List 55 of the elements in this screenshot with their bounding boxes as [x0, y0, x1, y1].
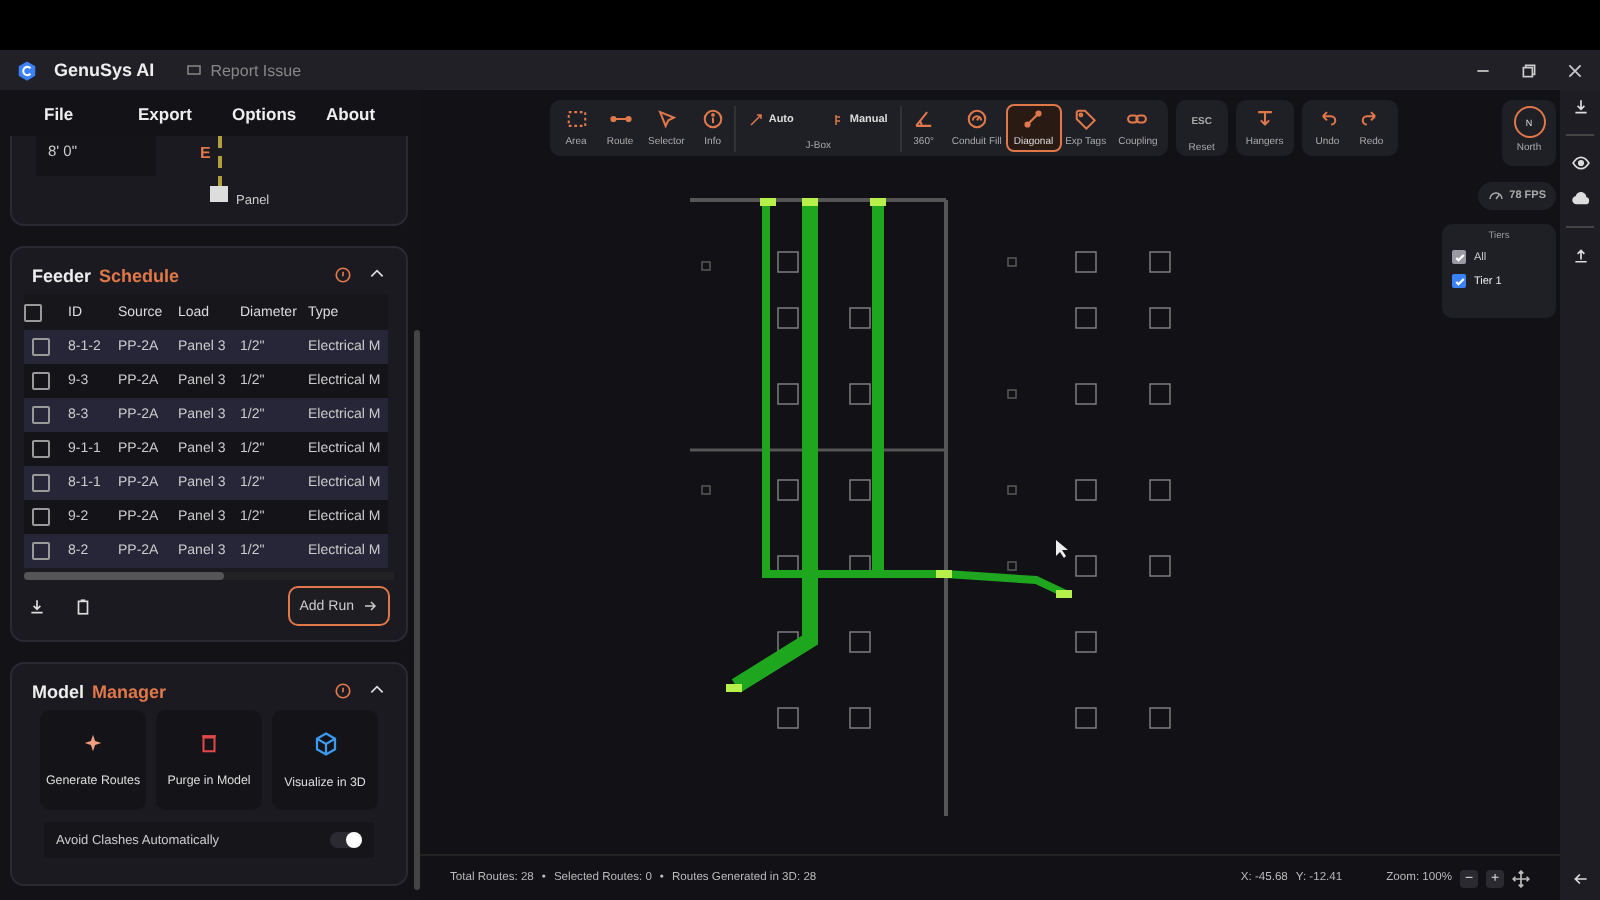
section-title-accent: Manager	[92, 681, 167, 701]
cloud-icon	[1571, 190, 1589, 208]
arrow-right-icon	[362, 598, 378, 614]
app-name: GenuSys AI	[54, 60, 155, 80]
row-checkbox[interactable]	[32, 507, 50, 526]
row-checkbox[interactable]	[32, 405, 50, 424]
tier-checkbox[interactable]	[1452, 274, 1466, 288]
cube-icon	[313, 731, 337, 755]
elevation-marker: E	[200, 144, 211, 166]
arrow-left-icon	[1571, 870, 1589, 888]
info-icon	[701, 108, 724, 130]
upload-icon	[1571, 246, 1589, 264]
close-icon	[1566, 61, 1584, 79]
row-checkbox[interactable]	[32, 337, 50, 356]
selection-box-icon	[565, 108, 587, 130]
row-checkbox[interactable]	[32, 371, 50, 390]
conduit-route-drawing[interactable]	[726, 198, 1072, 693]
toggle-switch[interactable]	[330, 832, 362, 848]
menu-item[interactable]: Options	[232, 103, 326, 123]
angle-icon	[912, 108, 935, 130]
restore-icon	[1520, 61, 1538, 79]
row-checkbox[interactable]	[32, 541, 50, 560]
selector-icon	[655, 108, 678, 130]
collapse-chevron-icon	[368, 680, 386, 698]
speedometer-icon	[1487, 188, 1504, 204]
gauge-icon	[965, 108, 988, 130]
info-icon	[334, 682, 352, 700]
vertical-scrollbar[interactable]	[414, 330, 420, 890]
menu-item[interactable]: Export	[138, 103, 232, 123]
section-title: Model	[32, 681, 84, 701]
download-icon	[1571, 98, 1589, 116]
tag-icon	[1074, 108, 1097, 130]
row-checkbox[interactable]	[32, 439, 50, 458]
eye-icon	[1571, 154, 1589, 172]
section-title: Feeder	[32, 265, 92, 285]
report-issue-link[interactable]: Report Issue	[186, 61, 302, 79]
mouse-cursor-icon	[1056, 540, 1068, 558]
row-checkbox[interactable]	[32, 473, 50, 492]
sparkle-icon	[82, 732, 104, 754]
app-logo-icon	[16, 59, 38, 81]
clipboard-icon	[74, 597, 92, 615]
menu-item[interactable]: File	[44, 103, 138, 123]
horizontal-scrollbar[interactable]	[24, 572, 224, 580]
diagonal-line-icon	[1022, 108, 1045, 130]
download-icon	[28, 597, 46, 615]
panel-icon	[210, 186, 228, 202]
move-icon	[1512, 869, 1530, 887]
hanger-icon	[1253, 108, 1276, 130]
info-icon	[334, 266, 352, 284]
select-all-checkbox[interactable]	[24, 303, 42, 321]
menu-item[interactable]: About	[326, 103, 420, 123]
trash-icon	[198, 732, 220, 754]
undo-icon	[1316, 108, 1339, 130]
collapse-chevron-icon	[368, 264, 386, 282]
section-title-accent: Schedule	[99, 265, 180, 285]
